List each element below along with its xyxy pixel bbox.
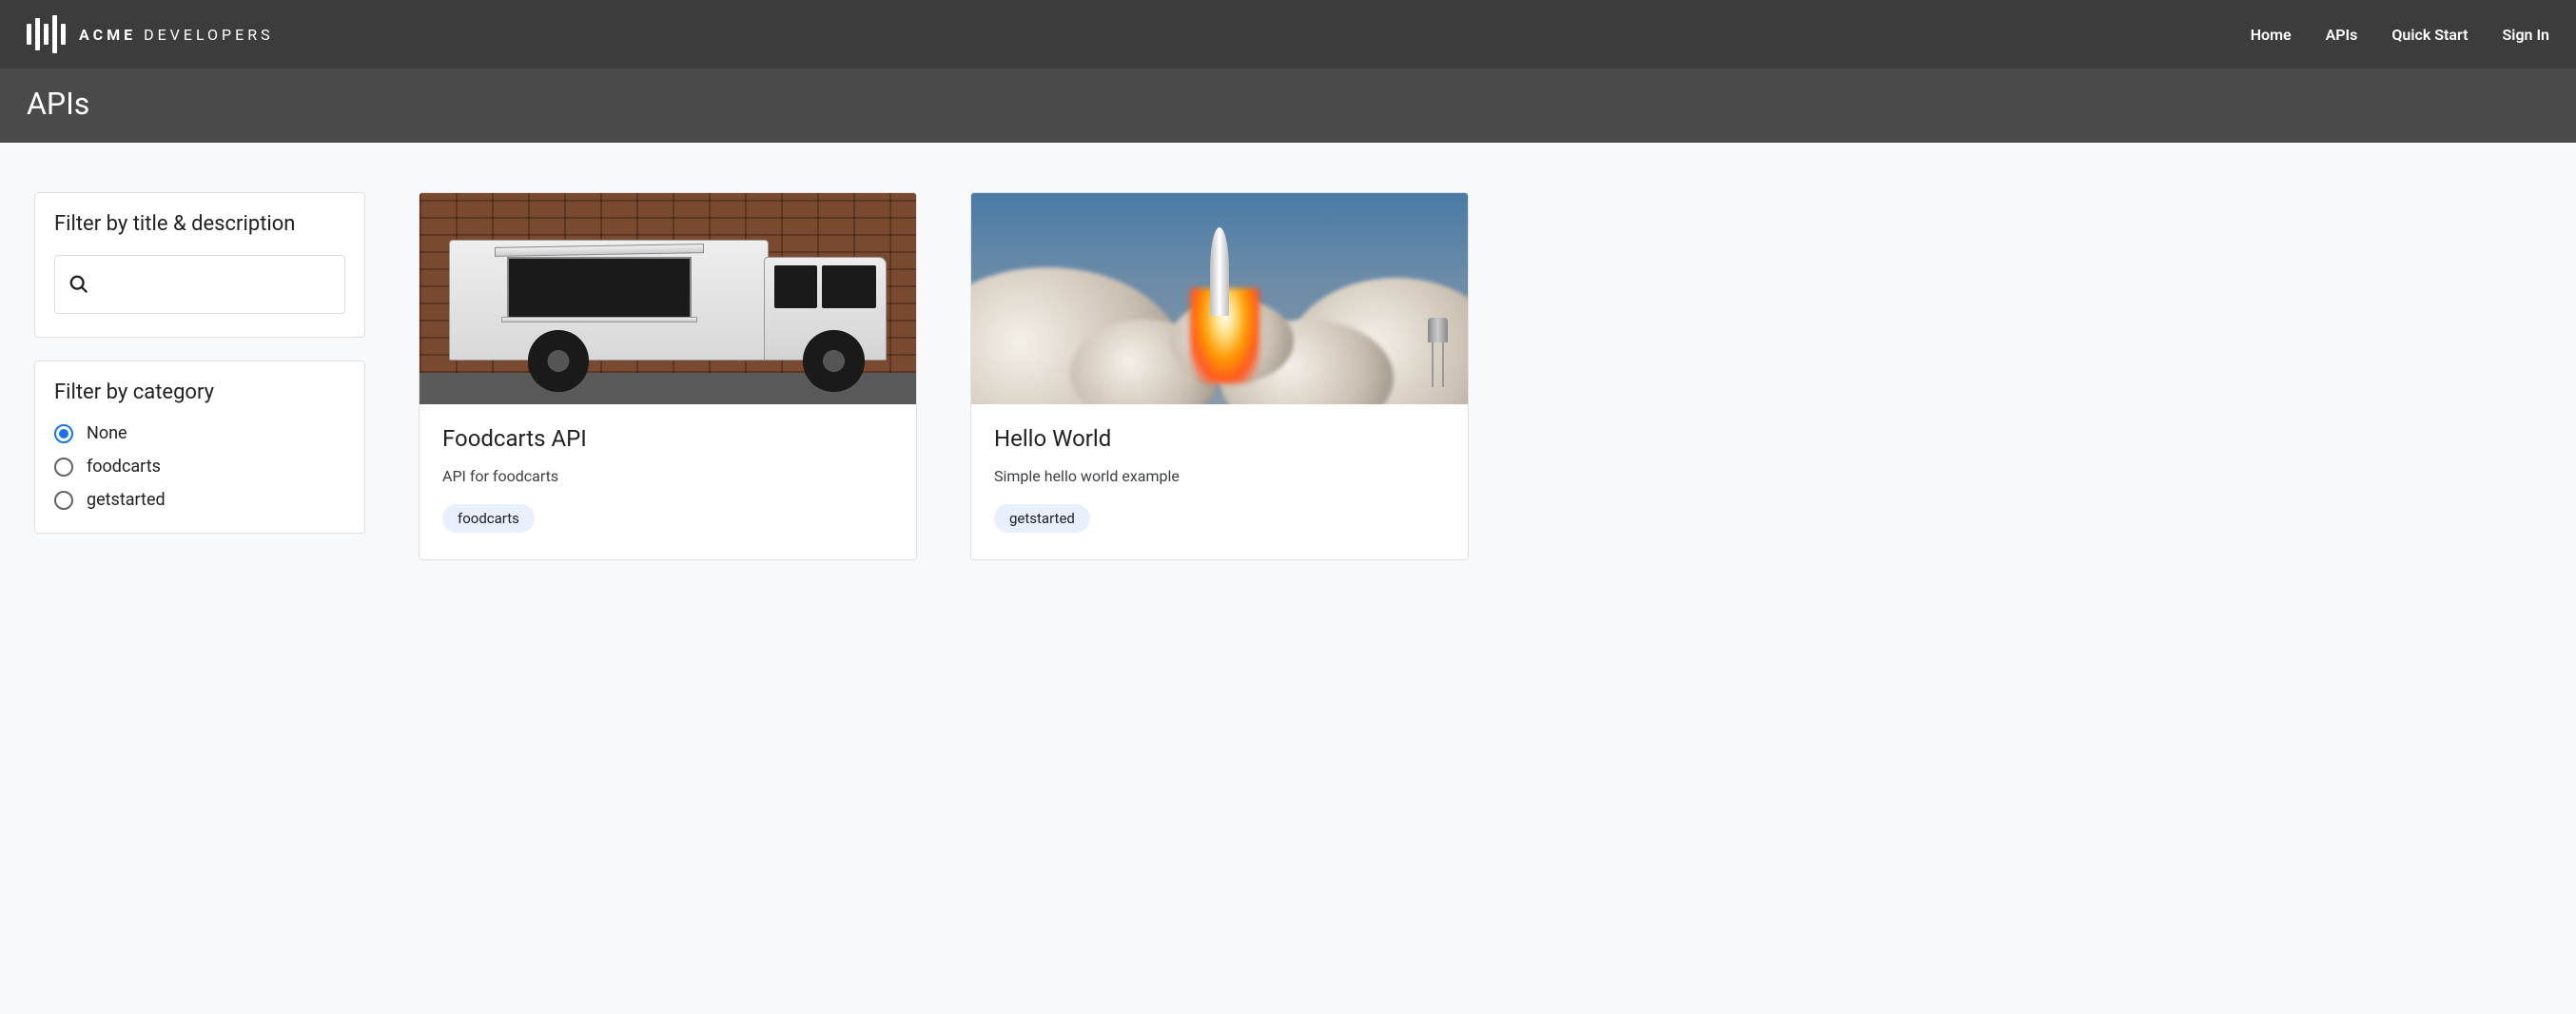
filter-search-panel: Filter by title & description xyxy=(34,192,365,338)
category-radio-list: None foodcarts getstarted xyxy=(54,423,345,510)
search-input[interactable] xyxy=(99,276,331,293)
brand-logo-icon xyxy=(27,15,66,53)
radio-label: foodcarts xyxy=(87,457,161,477)
search-input-wrap[interactable] xyxy=(54,255,345,314)
category-radio-getstarted[interactable]: getstarted xyxy=(54,490,345,510)
card-body: Foodcarts API API for foodcarts foodcart… xyxy=(420,404,916,559)
nav-quick-start[interactable]: Quick Start xyxy=(2391,26,2468,44)
card-tag[interactable]: foodcarts xyxy=(442,504,535,533)
primary-nav: Home APIs Quick Start Sign In xyxy=(2251,26,2549,44)
card-image xyxy=(420,193,916,404)
brand[interactable]: ACME DEVELOPERS xyxy=(27,15,274,53)
filter-search-title: Filter by title & description xyxy=(54,212,345,236)
filter-sidebar: Filter by title & description Filter by … xyxy=(34,192,365,534)
radio-icon xyxy=(54,424,73,443)
api-card-foodcarts[interactable]: Foodcarts API API for foodcarts foodcart… xyxy=(419,192,917,560)
filter-category-title: Filter by category xyxy=(54,380,345,404)
radio-icon xyxy=(54,458,73,477)
card-description: Simple hello world example xyxy=(994,467,1445,485)
category-radio-foodcarts[interactable]: foodcarts xyxy=(54,457,345,477)
card-tag[interactable]: getstarted xyxy=(994,504,1090,533)
card-title: Foodcarts API xyxy=(442,425,893,452)
card-image xyxy=(971,193,1468,404)
nav-sign-in[interactable]: Sign In xyxy=(2503,26,2549,44)
nav-apis[interactable]: APIs xyxy=(2326,26,2358,44)
api-card-hello-world[interactable]: Hello World Simple hello world example g… xyxy=(970,192,1469,560)
brand-name: ACME DEVELOPERS xyxy=(79,26,274,44)
radio-label: None xyxy=(87,423,127,443)
page-subheader: APIs xyxy=(0,68,2576,143)
search-icon xyxy=(68,274,89,295)
category-radio-none[interactable]: None xyxy=(54,423,345,443)
filter-category-panel: Filter by category None foodcarts getsta… xyxy=(34,361,365,534)
nav-home[interactable]: Home xyxy=(2251,26,2292,44)
card-description: API for foodcarts xyxy=(442,467,893,485)
card-body: Hello World Simple hello world example g… xyxy=(971,404,1468,559)
card-title: Hello World xyxy=(994,425,1445,452)
top-navbar: ACME DEVELOPERS Home APIs Quick Start Si… xyxy=(0,0,2576,68)
main-content: Filter by title & description Filter by … xyxy=(0,143,2576,610)
radio-icon xyxy=(54,491,73,510)
radio-label: getstarted xyxy=(87,490,166,510)
api-card-grid: Foodcarts API API for foodcarts foodcart… xyxy=(419,192,2542,560)
page-title: APIs xyxy=(27,86,2549,122)
